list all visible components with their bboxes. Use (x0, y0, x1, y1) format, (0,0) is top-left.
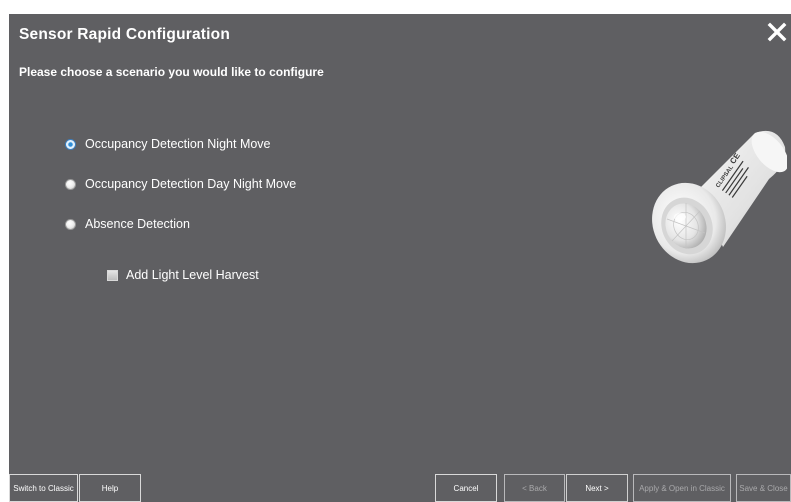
radio-button[interactable] (65, 218, 76, 230)
back-button[interactable]: < Back (504, 474, 565, 502)
radio-button[interactable] (65, 178, 76, 190)
screen: Sensor Rapid Configuration Please choose… (0, 0, 791, 502)
light-level-harvest-label: Add Light Level Harvest (126, 268, 259, 282)
scenario-option-absence-detection[interactable]: Absence Detection (65, 214, 190, 234)
radio-button-selected[interactable] (65, 138, 76, 150)
scenario-label: Absence Detection (85, 217, 190, 231)
light-level-harvest-option[interactable]: Add Light Level Harvest (107, 265, 259, 285)
apply-and-open-in-classic-button[interactable]: Apply & Open in Classic (633, 474, 731, 502)
switch-to-classic-button[interactable]: Switch to Classic (9, 474, 78, 502)
scenario-option-day-night-move[interactable]: Occupancy Detection Day Night Move (65, 174, 296, 194)
light-level-harvest-checkbox[interactable] (107, 269, 118, 281)
sensor-rapid-configuration-dialog: Sensor Rapid Configuration Please choose… (9, 14, 791, 502)
scenario-label: Occupancy Detection Day Night Move (85, 177, 297, 191)
scenario-option-night-move[interactable]: Occupancy Detection Night Move (65, 134, 271, 154)
ceiling-sensor-image: CLIPSAL CE (637, 119, 789, 274)
close-icon[interactable] (765, 19, 789, 45)
cancel-button[interactable]: Cancel (435, 474, 497, 502)
help-button[interactable]: Help (79, 474, 141, 502)
next-button[interactable]: Next > (566, 474, 628, 502)
scenario-label: Occupancy Detection Night Move (85, 137, 271, 151)
save-and-close-button[interactable]: Save & Close (736, 474, 791, 502)
dialog-subtitle: Please choose a scenario you would like … (19, 65, 324, 79)
dialog-title: Sensor Rapid Configuration (19, 26, 231, 43)
